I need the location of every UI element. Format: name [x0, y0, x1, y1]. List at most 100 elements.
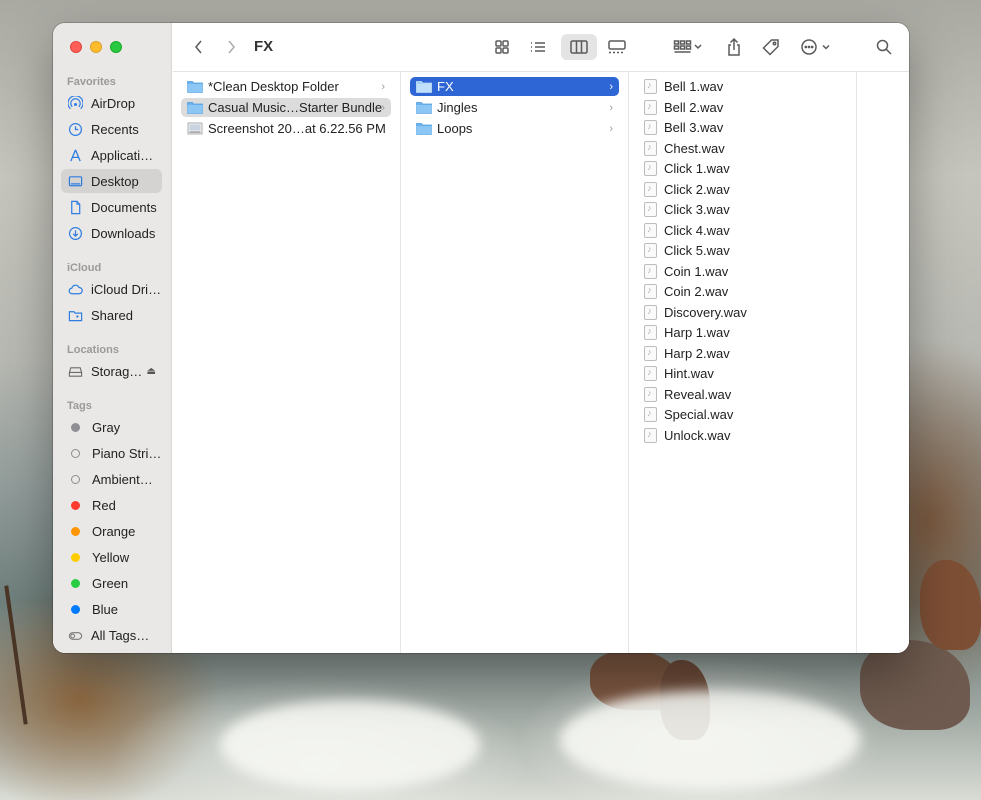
search-icon	[876, 39, 892, 55]
file-row[interactable]: Click 3.wav	[637, 200, 847, 219]
sidebar-tag-yellow[interactable]: Yellow	[61, 545, 162, 569]
file-row[interactable]: Unlock.wav	[637, 426, 847, 445]
eject-icon[interactable]: ⏏	[147, 366, 156, 377]
file-row[interactable]: Click 1.wav	[637, 159, 847, 178]
image-file-icon	[187, 122, 203, 135]
sidebar-item-shared[interactable]: Shared	[61, 303, 162, 327]
item-label: FX	[437, 79, 454, 94]
column-2-item-loops[interactable]: Loops ›	[410, 119, 619, 138]
file-row[interactable]: Hint.wav	[637, 364, 847, 383]
sidebar-item-label: Documents	[91, 199, 157, 215]
column-1-item-casual-music-starter-bundle[interactable]: Casual Music…Starter Bundle ›	[181, 98, 391, 117]
file-row[interactable]: Click 2.wav	[637, 180, 847, 199]
view-columns-button[interactable]	[561, 34, 597, 60]
item-label: Click 5.wav	[664, 243, 730, 258]
file-row[interactable]: Bell 3.wav	[637, 118, 847, 137]
column-2-item-jingles[interactable]: Jingles ›	[410, 98, 619, 117]
group-by-button[interactable]	[669, 34, 707, 60]
sidebar-item-label: Downloads	[91, 225, 156, 241]
item-label: Special.wav	[664, 407, 734, 422]
folder-icon	[416, 123, 432, 135]
item-label: Coin 1.wav	[664, 264, 729, 279]
chevron-right-icon: ›	[381, 80, 385, 93]
file-row[interactable]: Harp 2.wav	[637, 344, 847, 363]
file-row[interactable]: Click 4.wav	[637, 221, 847, 240]
search-button[interactable]	[871, 34, 897, 60]
sidebar-item-storage[interactable]: Storag… ⏏	[61, 359, 162, 383]
sidebar-tag-red[interactable]: Red	[61, 493, 162, 517]
audio-file-icon	[644, 79, 657, 94]
zoom-window-button[interactable]	[110, 41, 122, 53]
sidebar-item-recents[interactable]: Recents	[61, 117, 162, 141]
sidebar-tag-blue[interactable]: Blue	[61, 597, 162, 621]
close-window-button[interactable]	[70, 41, 82, 53]
sidebar-item-label: All Tags…	[91, 627, 150, 643]
file-row[interactable]: Chest.wav	[637, 139, 847, 158]
sidebar-all-tags[interactable]: All Tags…	[61, 623, 162, 647]
sidebar-item-icloud-drive[interactable]: iCloud Dri…	[61, 277, 162, 301]
group-icon	[673, 40, 702, 53]
sidebar-tag-orange[interactable]: Orange	[61, 519, 162, 543]
audio-file-icon	[644, 428, 657, 443]
sidebar: Favorites AirDrop Recents Applicati… Des…	[53, 23, 172, 653]
item-label: Bell 3.wav	[664, 120, 724, 135]
view-icons-button[interactable]	[487, 34, 517, 60]
sidebar-item-documents[interactable]: Documents	[61, 195, 162, 219]
tags-button[interactable]	[757, 34, 785, 60]
item-label: Jingles	[437, 100, 478, 115]
minimize-window-button[interactable]	[90, 41, 102, 53]
forward-button[interactable]	[219, 34, 243, 60]
sidebar-tag-green[interactable]: Green	[61, 571, 162, 595]
sidebar-item-applications[interactable]: Applicati…	[61, 143, 162, 167]
file-row[interactable]: Reveal.wav	[637, 385, 847, 404]
tag-icon	[762, 39, 779, 56]
wallpaper-wave	[220, 700, 480, 790]
view-list-button[interactable]	[523, 34, 553, 60]
file-row[interactable]: Coin 1.wav	[637, 262, 847, 281]
file-row[interactable]: Discovery.wav	[637, 303, 847, 322]
audio-file-icon	[644, 387, 657, 402]
column-1-item-screenshot[interactable]: Screenshot 20…at 6.22.56 PM	[181, 119, 391, 138]
sidebar-tag-gray[interactable]: Gray	[61, 415, 162, 439]
share-button[interactable]	[721, 34, 747, 60]
folder-icon	[416, 81, 432, 93]
audio-file-icon	[644, 100, 657, 115]
clock-icon	[67, 121, 83, 137]
columns-icon	[570, 40, 588, 54]
back-button[interactable]	[187, 34, 211, 60]
column-2-item-fx[interactable]: FX ›	[410, 77, 619, 96]
file-row[interactable]: Click 5.wav	[637, 241, 847, 260]
sidebar-item-airdrop[interactable]: AirDrop	[61, 91, 162, 115]
item-label: Click 2.wav	[664, 182, 730, 197]
item-label: Discovery.wav	[664, 305, 747, 320]
item-label: *Clean Desktop Folder	[208, 79, 339, 94]
item-label: Loops	[437, 121, 473, 136]
sidebar-item-downloads[interactable]: Downloads	[61, 221, 162, 245]
audio-file-icon	[644, 284, 657, 299]
view-gallery-button[interactable]	[601, 34, 633, 60]
sidebar-tag-ambient[interactable]: Ambient…	[61, 467, 162, 491]
chevron-left-icon	[195, 40, 202, 54]
file-row[interactable]: Bell 2.wav	[637, 98, 847, 117]
audio-file-icon	[644, 346, 657, 361]
audio-file-icon	[644, 141, 657, 156]
tag-dot-icon	[71, 604, 80, 614]
action-menu-button[interactable]	[797, 34, 837, 60]
file-row[interactable]: Harp 1.wav	[637, 323, 847, 342]
sidebar-item-label: Green	[92, 575, 129, 591]
audio-file-icon	[644, 264, 657, 279]
file-row[interactable]: Special.wav	[637, 405, 847, 424]
sidebar-tag-piano-strings[interactable]: Piano Stri…	[61, 441, 162, 465]
file-row[interactable]: Bell 1.wav	[637, 77, 847, 96]
tag-dot-icon	[71, 552, 80, 562]
sidebar-item-label: Shared	[91, 307, 133, 323]
tag-dot-icon	[71, 474, 80, 484]
column-1: *Clean Desktop Folder › Casual Music…Sta…	[173, 72, 401, 653]
file-row[interactable]: Coin 2.wav	[637, 282, 847, 301]
sidebar-item-desktop[interactable]: Desktop	[61, 169, 162, 193]
wallpaper-rock	[860, 640, 970, 730]
cloud-icon	[67, 281, 83, 297]
item-label: Click 4.wav	[664, 223, 730, 238]
column-1-item-clean-desktop-folder[interactable]: *Clean Desktop Folder ›	[181, 77, 391, 96]
sidebar-item-label: Piano Stri…	[92, 445, 162, 461]
